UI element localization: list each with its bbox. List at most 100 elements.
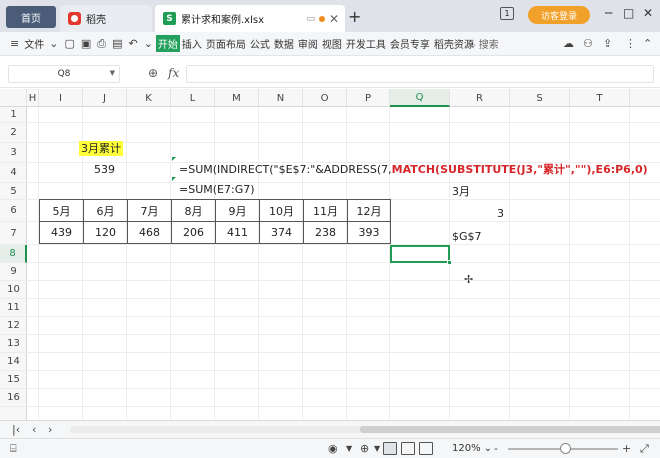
column-header-k[interactable]: K xyxy=(127,89,171,107)
window-count-badge[interactable]: 1 xyxy=(500,7,514,20)
month-value-cell[interactable]: 393 xyxy=(347,221,391,244)
row-header-11[interactable]: 11 xyxy=(0,299,27,317)
row-header-8[interactable]: 8 xyxy=(0,245,27,263)
preview-icon[interactable]: ▤ xyxy=(112,37,122,50)
month-value-cell[interactable]: 206 xyxy=(171,221,216,244)
row-header-10[interactable]: 10 xyxy=(0,281,27,299)
column-header-q[interactable]: Q xyxy=(390,89,450,107)
row-header-9[interactable]: 9 xyxy=(0,263,27,281)
row-header-2[interactable]: 2 xyxy=(0,123,27,143)
zoom-search-icon[interactable]: ⊕ xyxy=(148,66,158,80)
fullscreen-icon[interactable]: ⤢ xyxy=(640,442,649,456)
minimize-button[interactable]: ─ xyxy=(605,6,612,20)
zoom-in-button[interactable]: + xyxy=(622,442,631,455)
undo-icon[interactable]: ↶ xyxy=(128,37,137,50)
row-header-5[interactable]: 5 xyxy=(0,183,27,200)
month-header-cell[interactable]: 9月 xyxy=(215,199,260,222)
file-menu[interactable]: 文件 xyxy=(22,36,46,51)
ribbon-tab-insert[interactable]: 插入 xyxy=(180,36,204,51)
cell-q8[interactable]: $G$7 xyxy=(452,228,482,246)
row-header-1[interactable]: 1 xyxy=(0,107,27,123)
cell-r7[interactable]: 3 xyxy=(497,205,504,223)
cell-q6[interactable]: 3月 xyxy=(452,183,470,201)
page-break-view-button[interactable] xyxy=(419,442,433,455)
ribbon-tab-view[interactable]: 视图 xyxy=(320,36,344,51)
add-tab-button[interactable]: + xyxy=(348,7,361,26)
column-header-o[interactable]: O xyxy=(303,89,347,107)
search-box[interactable]: ⌕ 搜索 xyxy=(470,36,540,51)
ribbon-tab-home[interactable]: 开始 xyxy=(155,35,180,52)
open-icon[interactable]: ▢ xyxy=(64,37,74,50)
month-value-cell[interactable]: 411 xyxy=(215,221,260,244)
normal-view-button[interactable] xyxy=(383,442,397,455)
month-header-cell[interactable]: 11月 xyxy=(303,199,348,222)
cell-j3[interactable]: 3月累计 xyxy=(79,141,123,156)
cell-formula-text-5[interactable]: =SUM(E7:G7) xyxy=(179,181,255,199)
row-header-3[interactable]: 3 xyxy=(0,143,27,163)
ribbon-tab-formulas[interactable]: 公式 xyxy=(248,36,272,51)
first-sheet-icon[interactable]: |‹ xyxy=(12,423,20,436)
row-header-6[interactable]: 6 xyxy=(0,200,27,222)
collapse-ribbon-icon[interactable]: ⌃ xyxy=(643,37,652,50)
chevron-down-icon[interactable]: ▼ xyxy=(346,444,352,453)
fill-handle[interactable] xyxy=(447,260,452,265)
prev-sheet-icon[interactable]: ‹ xyxy=(32,423,36,436)
row-header-7[interactable]: 7 xyxy=(0,222,27,245)
row-header-4[interactable]: 4 xyxy=(0,163,27,183)
row-header-13[interactable]: 13 xyxy=(0,335,27,353)
select-all-corner[interactable] xyxy=(0,89,27,107)
crosshair-icon[interactable]: ⊕ xyxy=(360,442,369,455)
chevron-down-icon[interactable]: ▼ xyxy=(374,444,380,453)
share-icon[interactable]: ⇪ xyxy=(603,37,612,50)
guest-login-button[interactable]: 访客登录 xyxy=(528,6,590,24)
column-header-s[interactable]: S xyxy=(510,89,570,107)
save-icon[interactable]: ▣ xyxy=(81,37,91,50)
formula-input[interactable] xyxy=(186,65,654,83)
collab-icon[interactable]: ⚇ xyxy=(583,37,593,50)
month-value-cell[interactable]: 468 xyxy=(127,221,172,244)
cell-formula-text-4[interactable]: =SUM(INDIRECT("$E$7:"&ADDRESS(7,MATCH(SU… xyxy=(179,161,648,179)
ribbon-tab-data[interactable]: 数据 xyxy=(272,36,296,51)
tab-home[interactable]: 首页 xyxy=(6,6,56,28)
next-sheet-icon[interactable]: › xyxy=(48,423,52,436)
ribbon-tab-review[interactable]: 审阅 xyxy=(296,36,320,51)
monitor-icon[interactable]: ▭ xyxy=(306,14,315,24)
close-tab-icon[interactable]: ✕ xyxy=(329,12,339,26)
column-header-m[interactable]: M xyxy=(215,89,259,107)
eye-protection-icon[interactable]: ◉ xyxy=(328,442,338,455)
column-header-r[interactable]: R xyxy=(450,89,510,107)
redo-dropdown-icon[interactable]: ⌄ xyxy=(144,37,153,50)
tab-file[interactable]: S 累计求和案例.xlsx ▭ ✕ xyxy=(155,5,345,32)
month-value-cell[interactable]: 374 xyxy=(259,221,304,244)
ribbon-tab-developer[interactable]: 开发工具 xyxy=(344,36,388,51)
row-header-16[interactable]: 16 xyxy=(0,389,27,407)
chevron-down-icon[interactable]: ⌄ xyxy=(49,37,58,50)
zoom-slider-knob[interactable] xyxy=(560,443,571,454)
column-header-n[interactable]: N xyxy=(259,89,303,107)
column-header-l[interactable]: L xyxy=(171,89,215,107)
month-header-cell[interactable]: 8月 xyxy=(171,199,216,222)
column-header-p[interactable]: P xyxy=(347,89,390,107)
row-header-14[interactable]: 14 xyxy=(0,353,27,371)
cloud-sync-icon[interactable]: ☁ xyxy=(563,37,574,50)
zoom-level[interactable]: 120% ⌄ xyxy=(452,443,492,454)
cell-grid[interactable]: 3月累计 539 =SUM(INDIRECT("$E$7:"&ADDRESS(7… xyxy=(27,107,660,420)
ribbon-tab-member[interactable]: 会员专享 xyxy=(388,36,432,51)
month-header-cell[interactable]: 12月 xyxy=(347,199,391,222)
month-header-cell[interactable]: 6月 xyxy=(83,199,128,222)
cell-j4[interactable]: 539 xyxy=(94,161,115,179)
more-icon[interactable]: ⋮ xyxy=(625,37,636,50)
chevron-down-icon[interactable]: ▼ xyxy=(110,69,115,77)
column-header-j[interactable]: J xyxy=(83,89,127,107)
chevron-down-icon[interactable]: ⌄ xyxy=(484,443,492,454)
menu-icon[interactable]: ≡ xyxy=(10,37,19,50)
scrollbar-thumb[interactable] xyxy=(360,426,660,433)
function-icon[interactable]: fx xyxy=(168,66,179,80)
tab-daoke[interactable]: 稻壳 xyxy=(60,5,152,32)
maximize-button[interactable]: □ xyxy=(623,6,634,20)
month-value-cell[interactable]: 120 xyxy=(83,221,128,244)
month-header-cell[interactable]: 7月 xyxy=(127,199,172,222)
active-cell-selection[interactable] xyxy=(390,245,450,263)
ribbon-tab-page-layout[interactable]: 页面布局 xyxy=(204,36,248,51)
print-icon[interactable]: ⎙ xyxy=(97,37,106,51)
